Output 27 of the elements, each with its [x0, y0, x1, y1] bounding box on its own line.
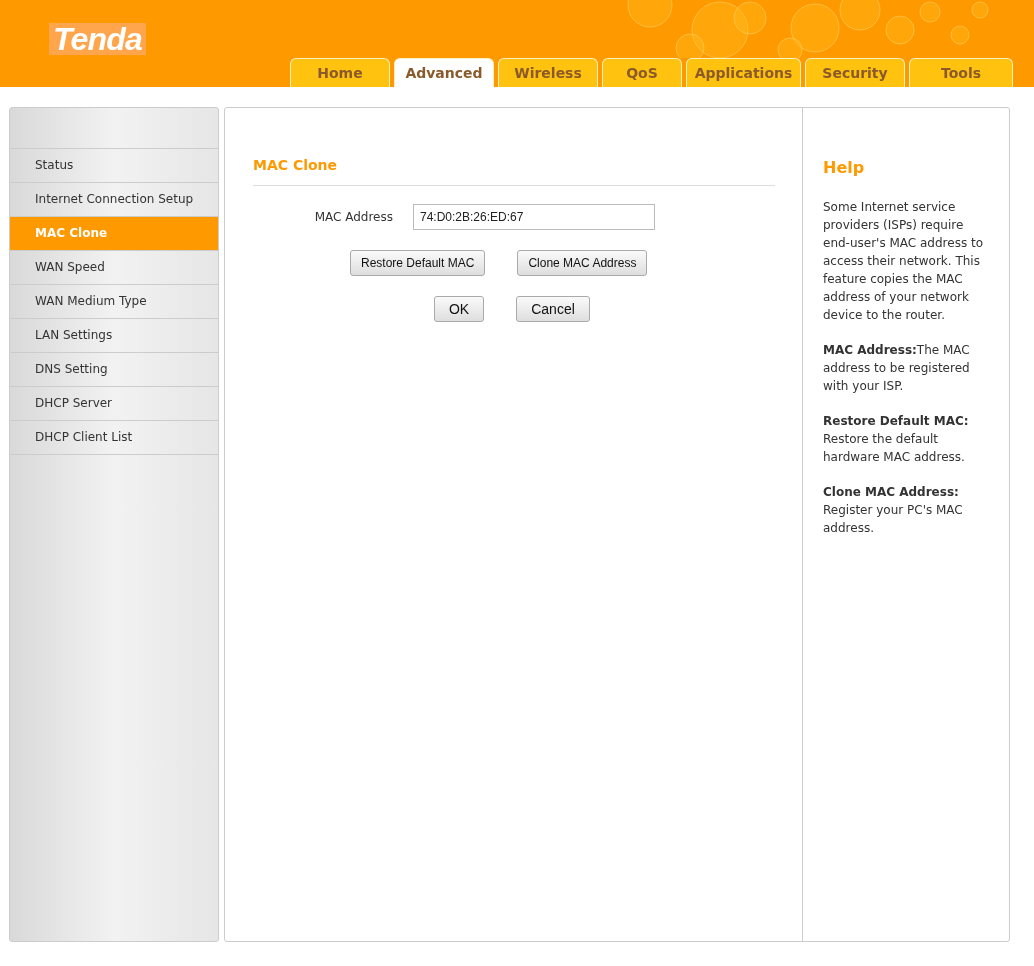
action-button[interactable]: Restore Default MAC: [350, 250, 486, 276]
section-title: MAC Clone: [253, 155, 775, 186]
action-button[interactable]: OK: [434, 296, 484, 322]
nav-tab[interactable]: Applications: [686, 58, 801, 87]
sidebar-item[interactable]: WAN Speed: [10, 251, 218, 285]
nav-tab[interactable]: Wireless: [498, 58, 598, 87]
nav-tab[interactable]: QoS: [602, 58, 682, 87]
sidebar-item[interactable]: Status: [10, 149, 218, 183]
field-label: MAC Address: [313, 209, 393, 226]
help-text: MAC Address:The MAC address to be registered with your ISP.: [823, 342, 971, 395]
sidebar-item[interactable]: WAN Medium Type: [10, 285, 218, 319]
nav-tab[interactable]: Tools: [909, 58, 1013, 87]
help-text: Some Internet service providers (ISPs) require end-user's MAC address to access their network. This feature copies the MAC address of your network device to the router.: [823, 199, 985, 324]
sidebar-item[interactable]: DHCP Server: [10, 387, 218, 421]
help-text: Clone MAC Address: Register your PC's MAC address.: [823, 484, 964, 537]
logo: Tenda: [49, 23, 147, 55]
sidebar-item[interactable]: DHCP Client List: [10, 421, 218, 455]
action-button[interactable]: Cancel: [516, 296, 590, 322]
nav-tab[interactable]: Advanced: [394, 58, 494, 87]
nav-tab[interactable]: Home: [290, 58, 390, 87]
nav-tab[interactable]: Security: [805, 58, 905, 87]
help-text: Restore Default MAC: Restore the default hardware MAC address.: [823, 413, 970, 466]
action-button[interactable]: Clone MAC Address: [517, 250, 648, 276]
sidebar-item[interactable]: LAN Settings: [10, 319, 218, 353]
help-title: Help: [823, 157, 866, 179]
mac-address-field[interactable]: 74:D0:2B:26:ED:67: [413, 204, 655, 230]
sidebar-item[interactable]: DNS Setting: [10, 353, 218, 387]
